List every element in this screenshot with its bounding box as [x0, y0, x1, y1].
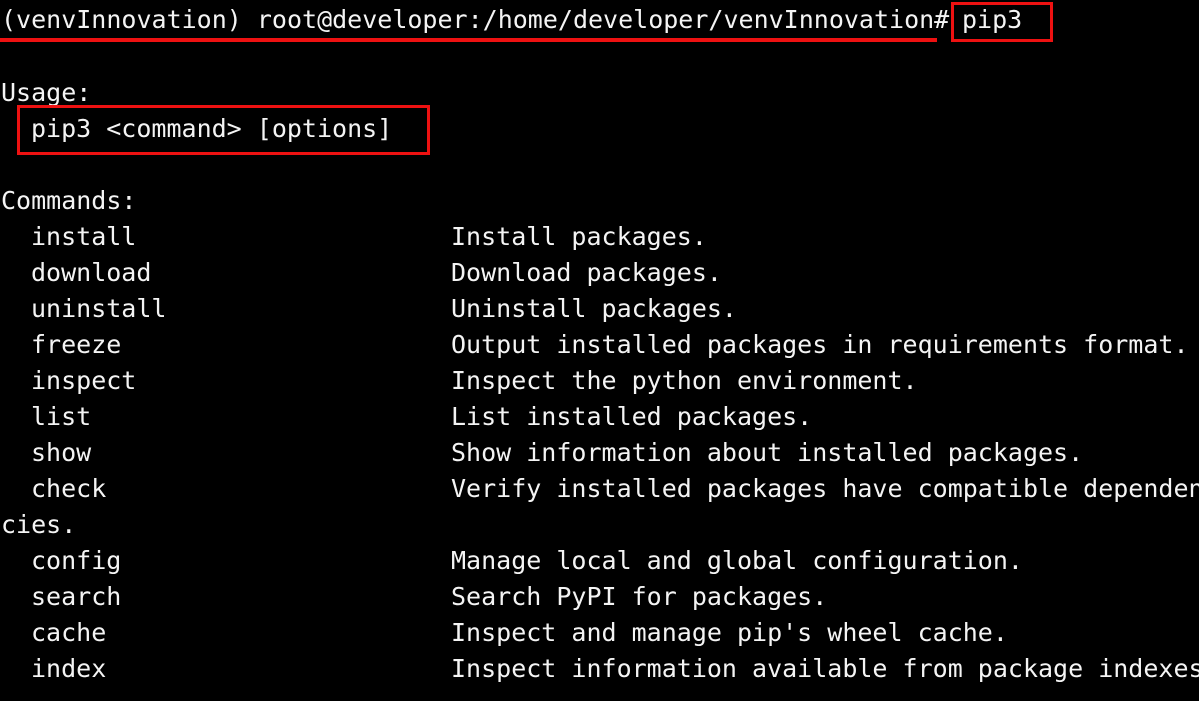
- command-row: show Show information about installed pa…: [1, 435, 1083, 471]
- command-description: Download packages.: [451, 258, 722, 287]
- command-description: Manage local and global configuration.: [451, 546, 1023, 575]
- command-description: Inspect the python environment.: [451, 366, 918, 395]
- command-name: uninstall: [31, 294, 167, 323]
- command-name: cache: [31, 618, 107, 647]
- command-row: cache Inspect and manage pip's wheel cac…: [1, 615, 1008, 651]
- usage-highlight-box: [17, 105, 430, 155]
- command-description: List installed packages.: [451, 402, 813, 431]
- command-name: install: [31, 222, 137, 251]
- commands-heading-line: Commands:: [1, 183, 136, 219]
- commands-heading: Commands:: [1, 186, 137, 215]
- command-row: index Inspect information available from…: [1, 651, 1199, 687]
- command-row: search Search PyPI for packages.: [1, 579, 827, 615]
- prompt-underline-annotation: [0, 38, 937, 42]
- command-row: freeze Output installed packages in requ…: [1, 327, 1189, 363]
- command-row: check Verify installed packages have com…: [1, 471, 1199, 507]
- wrapped-description-tail: cies.: [1, 510, 77, 539]
- prompt-line: (venvInnovation) root@developer:/home/de…: [1, 2, 1022, 38]
- command-row: inspect Inspect the python environment.: [1, 363, 918, 399]
- command-row: install Install packages.: [1, 219, 707, 255]
- command-description: Search PyPI for packages.: [451, 582, 828, 611]
- command-name: index: [31, 654, 107, 683]
- command-name: inspect: [31, 366, 137, 395]
- command-name: download: [31, 258, 152, 287]
- command-row: download Download packages.: [1, 255, 722, 291]
- command-name: freeze: [31, 330, 122, 359]
- command-name: config: [31, 546, 122, 575]
- command-description: Output installed packages in requirement…: [451, 330, 1189, 359]
- shell-prompt: (venvInnovation) root@developer:/home/de…: [1, 5, 950, 34]
- command-row: list List installed packages.: [1, 399, 812, 435]
- command-name: search: [31, 582, 122, 611]
- command-name: show: [31, 438, 92, 467]
- command-name: check: [31, 474, 107, 503]
- command-description: Inspect information available from packa…: [451, 654, 1199, 683]
- command-description: Uninstall packages.: [451, 294, 737, 323]
- terminal-window[interactable]: (venvInnovation) root@developer:/home/de…: [0, 0, 1199, 701]
- wrapped-line: cies.: [1, 507, 76, 543]
- command-row: uninstall Uninstall packages.: [1, 291, 737, 327]
- command-name: list: [31, 402, 92, 431]
- command-description: Install packages.: [451, 222, 707, 251]
- command-highlight-box: [951, 2, 1053, 42]
- command-row: config Manage local and global configura…: [1, 543, 1023, 579]
- command-description: Show information about installed package…: [451, 438, 1084, 467]
- command-description: Inspect and manage pip's wheel cache.: [451, 618, 1008, 647]
- command-description: Verify installed packages have compatibl…: [451, 474, 1199, 503]
